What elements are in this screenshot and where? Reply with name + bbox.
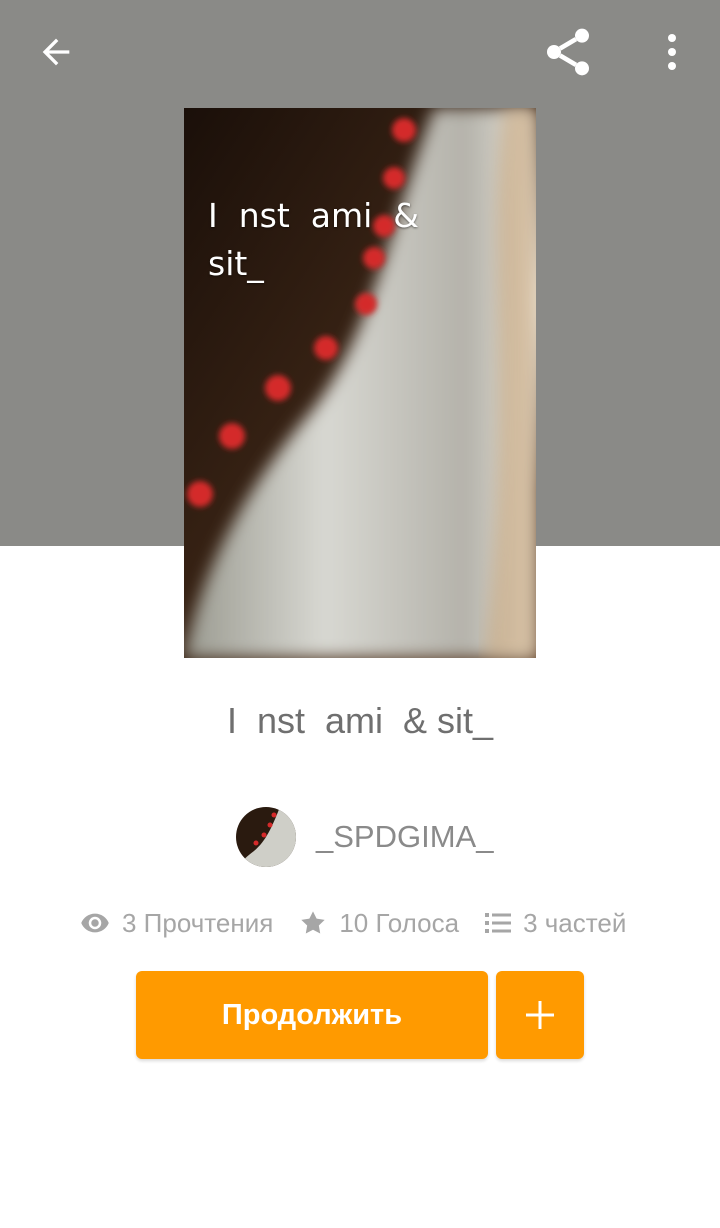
continue-reading-button[interactable]: Продолжить: [136, 971, 488, 1059]
votes-stat: 10 Голоса: [299, 908, 459, 939]
arrow-left-icon: [42, 38, 70, 66]
add-to-library-button[interactable]: [496, 971, 584, 1059]
story-cover[interactable]: I nst ami & sit_: [184, 108, 536, 658]
story-title: I nst ami & sit_: [226, 700, 494, 741]
author-avatar[interactable]: [236, 807, 296, 867]
more-options-button[interactable]: [648, 22, 696, 82]
parts-stat: 3 частей: [485, 908, 626, 939]
list-icon: [485, 911, 512, 935]
star-icon: [299, 909, 327, 937]
share-icon: [547, 28, 589, 76]
story-details-screen: I nst ami & sit_ I nst ami & sit_ _SPDGI…: [0, 0, 720, 1228]
share-button[interactable]: [536, 22, 600, 82]
eye-icon: [80, 912, 110, 934]
more-vertical-icon: [668, 34, 676, 70]
avatar-image: [236, 807, 296, 867]
back-button[interactable]: [24, 22, 88, 82]
story-stats: 3 Прочтения 10 Голоса 3 частей: [80, 902, 660, 944]
author-link[interactable]: _SPDGIMA_: [236, 806, 493, 868]
parts-count: 3 частей: [523, 907, 627, 938]
cover-title-text: I nst ami & sit_: [208, 196, 419, 283]
cover-image: [184, 108, 536, 658]
reads-count: 3 Прочтения: [122, 907, 274, 938]
votes-count: 10 Голоса: [339, 907, 460, 938]
plus-icon: [526, 1001, 554, 1029]
author-name[interactable]: _SPDGIMA_: [316, 819, 493, 855]
reads-stat: 3 Прочтения: [80, 908, 273, 939]
